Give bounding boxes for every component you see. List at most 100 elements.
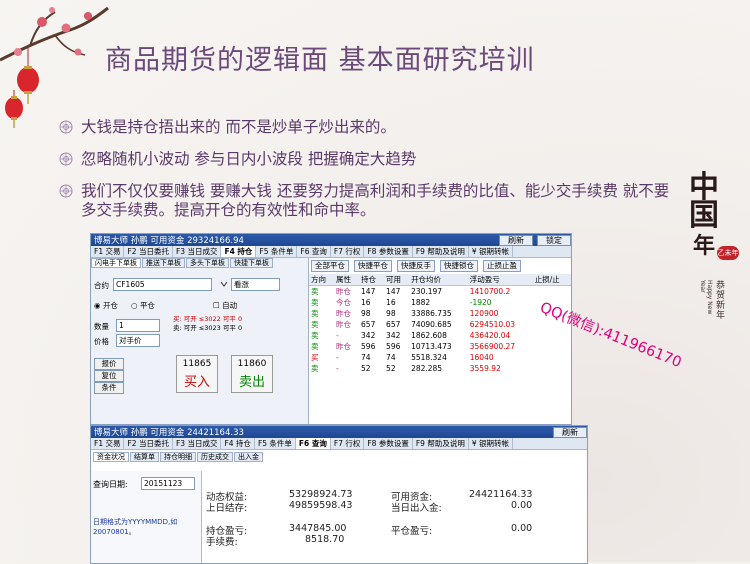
refresh-button[interactable]: 刷新 (553, 426, 587, 438)
quick-reverse-button[interactable]: 快捷反手 (397, 260, 435, 272)
refresh-button[interactable]: 刷新 (499, 234, 533, 246)
tab-long-order[interactable]: 多头下单板 (186, 258, 229, 268)
menu-orders[interactable]: F2 当日委托 (124, 438, 173, 449)
dyn-equity-value: 53298924.73 (289, 489, 353, 500)
tab-flash-order[interactable]: 闪电手下单板 (91, 258, 141, 268)
table-cell: 33886.735 (411, 309, 452, 318)
menu-conditional[interactable]: F5 条件单 (255, 438, 296, 449)
menu-trade[interactable]: F1 交易 (91, 246, 125, 257)
table-cell: 1882 (411, 298, 431, 307)
tab-position-detail[interactable]: 持仓明细 (160, 452, 196, 462)
auto-checkbox[interactable]: ☐ 自动 (213, 300, 237, 311)
tab-deposit-withdraw[interactable]: 出入金 (234, 452, 263, 462)
bullet-text: 我们不仅仅要赚钱 要赚大钱 还要努力提高利润和手续费的比值、能少交手续费 就不要… (81, 182, 670, 219)
prev-settle-label: 上日结存: (206, 503, 248, 514)
table-cell: 120900 (469, 309, 499, 318)
table-cell: 卖 (311, 287, 319, 296)
menu-settings[interactable]: F8 参数设置 (364, 246, 413, 257)
query-date-label: 查询日期: (93, 480, 128, 489)
reset-button[interactable]: 复位 (94, 370, 124, 382)
qty-input[interactable]: 1 (116, 319, 160, 332)
table-row[interactable]: 卖 昨仓 98 98 33886.735 120900 (309, 308, 571, 319)
table-row[interactable]: 卖 昨仓 596 596 10713.473 3566900.27 (309, 341, 571, 352)
column-header[interactable]: 开仓均价 (409, 274, 468, 286)
tab-quick-order[interactable]: 快捷下单板 (230, 258, 273, 268)
table-cell: 98 (386, 309, 396, 318)
query-panel: 查询日期: 20151123 日期格式为YYYYMMDD,如20070801。 (91, 471, 202, 563)
query-tabs: 资金状况 结算单 持仓明细 历史成交 出入金 (93, 452, 587, 462)
menu-bank-transfer[interactable]: ¥ 银期转帐 (469, 246, 513, 257)
column-header[interactable]: 可用 (384, 274, 410, 286)
menu-bank-transfer[interactable]: ¥ 银期转帐 (469, 438, 513, 449)
menu-help[interactable]: F9 帮助及说明 (413, 438, 469, 449)
sell-info: 卖: 可开 ≤3023 可平 0 (173, 324, 243, 332)
column-header[interactable]: 浮动盈亏 (467, 274, 533, 286)
column-header[interactable]: 方向 (309, 274, 335, 286)
table-row[interactable]: 卖 昨仓 147 147 230.197 1410700.2 (309, 286, 571, 298)
close-all-button[interactable]: 全部平仓 (311, 260, 349, 272)
menu-trade[interactable]: F1 交易 (91, 438, 125, 449)
menu-query[interactable]: F6 查询 (295, 438, 331, 449)
contract-option-select[interactable]: 看涨 (231, 278, 280, 291)
close-pnl-value: 0.00 (511, 523, 533, 534)
table-row[interactable]: 卖 - 52 52 282.285 3559.92 (309, 363, 571, 374)
menu-positions[interactable]: F4 持仓 (221, 246, 257, 257)
table-cell (533, 352, 571, 363)
menu-conditional[interactable]: F5 条件单 (256, 246, 298, 257)
tab-history-fills[interactable]: 历史成交 (197, 452, 233, 462)
table-cell: 52 (361, 364, 371, 373)
new-year-calligraphy: 中国 年 乙未年 恭贺新年 Happy New Year (683, 170, 743, 320)
tab-funds[interactable]: 资金状况 (93, 452, 129, 462)
column-header[interactable]: 持仓 (359, 274, 385, 286)
menu-positions[interactable]: F4 持仓 (221, 438, 255, 449)
table-row[interactable]: 卖 - 342 342 1862.608 436420.04 (309, 330, 571, 341)
table-cell: 昨仓 (336, 320, 352, 329)
table-cell: -1920 (469, 298, 492, 307)
quote-button[interactable]: 报价 (94, 358, 124, 370)
lock-button[interactable]: 锁定 (537, 234, 571, 246)
chevron-down-icon[interactable] (219, 279, 229, 289)
menu-fills[interactable]: F3 当日成交 (173, 246, 222, 257)
menu-settings[interactable]: F8 参数设置 (364, 438, 413, 449)
table-row[interactable]: 卖 今仓 16 16 1882 -1920 (309, 297, 571, 308)
table-cell: 596 (386, 342, 401, 351)
bullet-list: 大钱是持仓捂出来的 而不是炒单子炒出来的。 忽略随机小波动 参与日内小波段 把握… (58, 118, 678, 233)
table-cell: 436420.04 (469, 331, 511, 340)
column-header[interactable]: 属性 (334, 274, 360, 286)
table-cell: 3566900.27 (469, 342, 516, 351)
buy-button[interactable]: 11865 买入 (176, 355, 218, 393)
tab-settlement[interactable]: 结算单 (130, 452, 159, 462)
quick-close-button[interactable]: 快捷平仓 (354, 260, 392, 272)
red-stamp: 乙未年 (717, 246, 739, 260)
condition-button[interactable]: 条件 (94, 382, 124, 394)
menu-query[interactable]: F6 查询 (297, 246, 331, 257)
menu-exercise[interactable]: F7 行权 (331, 438, 365, 449)
query-date-input[interactable]: 20151123 (141, 477, 195, 490)
menu-help[interactable]: F9 帮助及说明 (413, 246, 469, 257)
position-toolbar: 全部平仓 快捷平仓 快捷反手 快捷锁仓 止损止盈 (309, 258, 571, 274)
menu-fills[interactable]: F3 当日成交 (173, 438, 222, 449)
buy-price: 11865 (182, 359, 212, 369)
table-cell: 657 (386, 320, 401, 329)
quick-lock-button[interactable]: 快捷锁仓 (440, 260, 478, 272)
tab-push-order[interactable]: 推送下单板 (142, 258, 185, 268)
open-radio-label: 开仓 (102, 301, 118, 310)
table-cell: 74090.685 (411, 320, 452, 329)
contract-select[interactable]: CF1605 (113, 278, 212, 291)
order-board-tabs: 闪电手下单板 推送下单板 多头下单板 快捷下单板 (91, 258, 308, 268)
column-header[interactable]: 止损/止 (532, 274, 571, 286)
price-select[interactable]: 对手价 (116, 334, 160, 347)
qty-label: 数量 (94, 322, 109, 331)
table-cell: 卖 (311, 364, 319, 373)
table-cell: 昨仓 (336, 342, 352, 351)
close-radio[interactable]: ○ 平仓 (131, 300, 155, 311)
open-radio[interactable]: ◉ 开仓 (94, 300, 118, 311)
table-row[interactable]: 卖 昨仓 657 657 74090.685 6294510.03 (309, 319, 571, 330)
date-format-hint: 日期格式为YYYYMMDD,如20070801。 (93, 518, 178, 536)
menu-orders[interactable]: F2 当日委托 (124, 246, 173, 257)
available-funds-value: 24421164.33 (469, 489, 533, 500)
stop-loss-button[interactable]: 止损止盈 (483, 260, 521, 272)
sell-button[interactable]: 11860 卖出 (231, 355, 273, 393)
menu-exercise[interactable]: F7 行权 (331, 246, 365, 257)
table-row[interactable]: 买 - 74 74 5518.324 16040 (309, 352, 571, 363)
